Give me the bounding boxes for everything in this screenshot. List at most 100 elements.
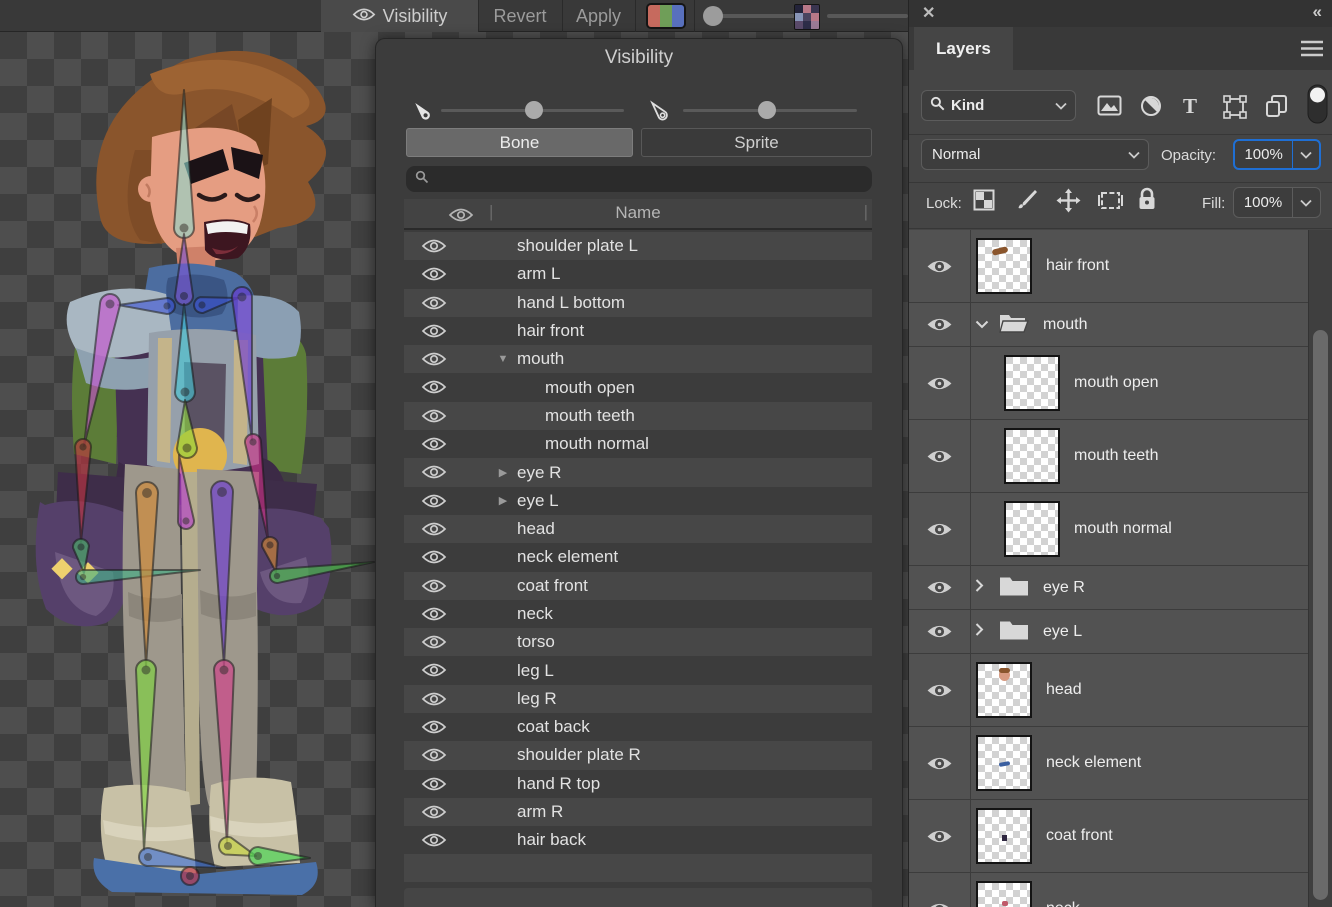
visibility-hscroll-area[interactable]	[404, 888, 872, 907]
layer-thumbnail[interactable]	[1004, 355, 1060, 411]
eye-toggle-icon[interactable]	[421, 662, 447, 683]
bone-joint[interactable]	[180, 292, 188, 300]
filter-type-layers-icon[interactable]: T	[1183, 94, 1197, 119]
layer-row[interactable]: coat front	[909, 800, 1309, 873]
search-input-field[interactable]	[429, 171, 872, 187]
chevron-right-icon[interactable]	[975, 622, 984, 641]
tab-sprite[interactable]: Sprite	[641, 128, 872, 157]
layer-row[interactable]: mouth open	[909, 347, 1309, 420]
eye-toggle-icon[interactable]	[421, 747, 447, 768]
layer-row[interactable]: neck	[909, 873, 1309, 907]
visibility-row[interactable]: shoulder plate R	[404, 741, 872, 769]
visibility-row[interactable]: mouth normal	[404, 430, 872, 458]
visibility-row[interactable]: ▼mouth	[404, 345, 872, 373]
layer-eye-toggle[interactable]	[909, 610, 971, 653]
eye-toggle-icon[interactable]	[421, 634, 447, 655]
kind-filter-dropdown[interactable]: Kind	[921, 90, 1076, 121]
eye-toggle-icon[interactable]	[421, 266, 447, 287]
bone-joint[interactable]	[249, 438, 256, 445]
visibility-row[interactable]: hand L bottom	[404, 289, 872, 317]
lock-transparency-icon[interactable]	[973, 189, 995, 216]
eye-toggle-icon[interactable]	[421, 436, 447, 457]
visibility-row[interactable]: mouth teeth	[404, 402, 872, 430]
visibility-row[interactable]: mouth open	[404, 373, 872, 401]
layer-eye-toggle[interactable]	[909, 727, 971, 799]
bone-opacity-slider-knob[interactable]	[703, 6, 723, 26]
visibility-row[interactable]: shoulder plate L	[404, 232, 872, 260]
apply-button[interactable]: Apply	[562, 0, 635, 32]
bone-joint[interactable]	[183, 444, 192, 453]
bone-joint[interactable]	[220, 666, 229, 675]
layer-eye-toggle[interactable]	[909, 420, 971, 492]
filter-shape-layers-icon[interactable]	[1223, 95, 1247, 124]
layer-row[interactable]: mouth normal	[909, 493, 1309, 566]
eye-toggle-icon[interactable]	[421, 493, 447, 514]
eye-toggle-icon[interactable]	[421, 719, 447, 740]
bone-joint[interactable]	[274, 573, 280, 579]
bone-color-swatch-button[interactable]	[646, 3, 686, 29]
layers-scrollbar[interactable]	[1308, 230, 1332, 907]
layer-eye-toggle[interactable]	[909, 347, 971, 419]
visibility-row[interactable]: coat front	[404, 572, 872, 600]
layers-scrollbar-thumb[interactable]	[1313, 330, 1328, 900]
layer-eye-toggle[interactable]	[909, 230, 971, 302]
layer-thumbnail[interactable]	[976, 808, 1032, 864]
bone-size-slider-knob[interactable]	[525, 101, 543, 119]
eye-toggle-icon[interactable]	[421, 606, 447, 627]
panel-menu-icon[interactable]	[1300, 40, 1324, 62]
visibility-row[interactable]: neck	[404, 600, 872, 628]
visibility-row[interactable]: torso	[404, 628, 872, 656]
bone-joint[interactable]	[79, 443, 86, 450]
layer-thumbnail[interactable]	[976, 881, 1032, 907]
visibility-row[interactable]: hair front	[404, 317, 872, 345]
collapse-triangle-icon[interactable]: ▼	[496, 353, 510, 365]
layer-eye-toggle[interactable]	[909, 800, 971, 872]
layer-thumbnail[interactable]	[976, 662, 1032, 718]
layer-eye-toggle[interactable]	[909, 873, 971, 907]
lock-paint-icon[interactable]	[1015, 188, 1039, 217]
eye-toggle-icon[interactable]	[421, 578, 447, 599]
layer-thumbnail[interactable]	[976, 238, 1032, 294]
eye-toggle-icon[interactable]	[421, 691, 447, 712]
eye-toggle-icon[interactable]	[421, 521, 447, 542]
layer-row[interactable]: hair front	[909, 230, 1309, 303]
visibility-row[interactable]: arm L	[404, 260, 872, 288]
expand-triangle-icon[interactable]: ▶	[496, 494, 510, 507]
eye-toggle-icon[interactable]	[421, 832, 447, 853]
sprite-opacity-slider[interactable]	[827, 14, 908, 18]
eye-toggle-icon[interactable]	[421, 804, 447, 825]
eye-toggle-icon[interactable]	[421, 323, 447, 344]
bone-joint[interactable]	[217, 487, 227, 497]
bone-joint[interactable]	[182, 517, 189, 524]
filter-pixel-layers-icon[interactable]	[1097, 95, 1122, 121]
revert-button[interactable]: Revert	[478, 0, 562, 32]
lock-artboard-icon[interactable]	[1098, 189, 1123, 217]
sprite-texture-icon[interactable]	[794, 4, 820, 30]
visibility-row[interactable]: hair back	[404, 826, 872, 854]
visibility-row[interactable]: hand R top	[404, 770, 872, 798]
bone-joint[interactable]	[144, 853, 152, 861]
layer-eye-toggle[interactable]	[909, 493, 971, 565]
bone-joint[interactable]	[238, 293, 247, 302]
bone-joint[interactable]	[180, 224, 189, 233]
eye-toggle-icon[interactable]	[421, 238, 447, 259]
bone-joint[interactable]	[266, 541, 273, 548]
bone-joint[interactable]	[198, 301, 205, 308]
layer-group-row[interactable]: mouth	[909, 303, 1309, 347]
bone-joint[interactable]	[80, 574, 86, 580]
eye-toggle-icon[interactable]	[421, 549, 447, 570]
bone-joint[interactable]	[224, 842, 232, 850]
layer-row[interactable]: mouth teeth	[909, 420, 1309, 493]
bone-outline-slider-knob[interactable]	[758, 101, 776, 119]
collapse-panel-icon[interactable]: «	[1313, 2, 1320, 22]
filter-smart-objects-icon[interactable]	[1265, 94, 1289, 123]
eye-toggle-icon[interactable]	[421, 295, 447, 316]
visibility-row[interactable]: neck element	[404, 543, 872, 571]
chevron-down-icon[interactable]	[1293, 151, 1319, 159]
layer-row[interactable]: neck element	[909, 727, 1309, 800]
eye-toggle-icon[interactable]	[421, 408, 447, 429]
layer-eye-toggle[interactable]	[909, 566, 971, 609]
bone-joint[interactable]	[163, 302, 170, 309]
layer-group-row[interactable]: eye L	[909, 610, 1309, 654]
blend-mode-dropdown[interactable]: Normal	[921, 139, 1149, 170]
